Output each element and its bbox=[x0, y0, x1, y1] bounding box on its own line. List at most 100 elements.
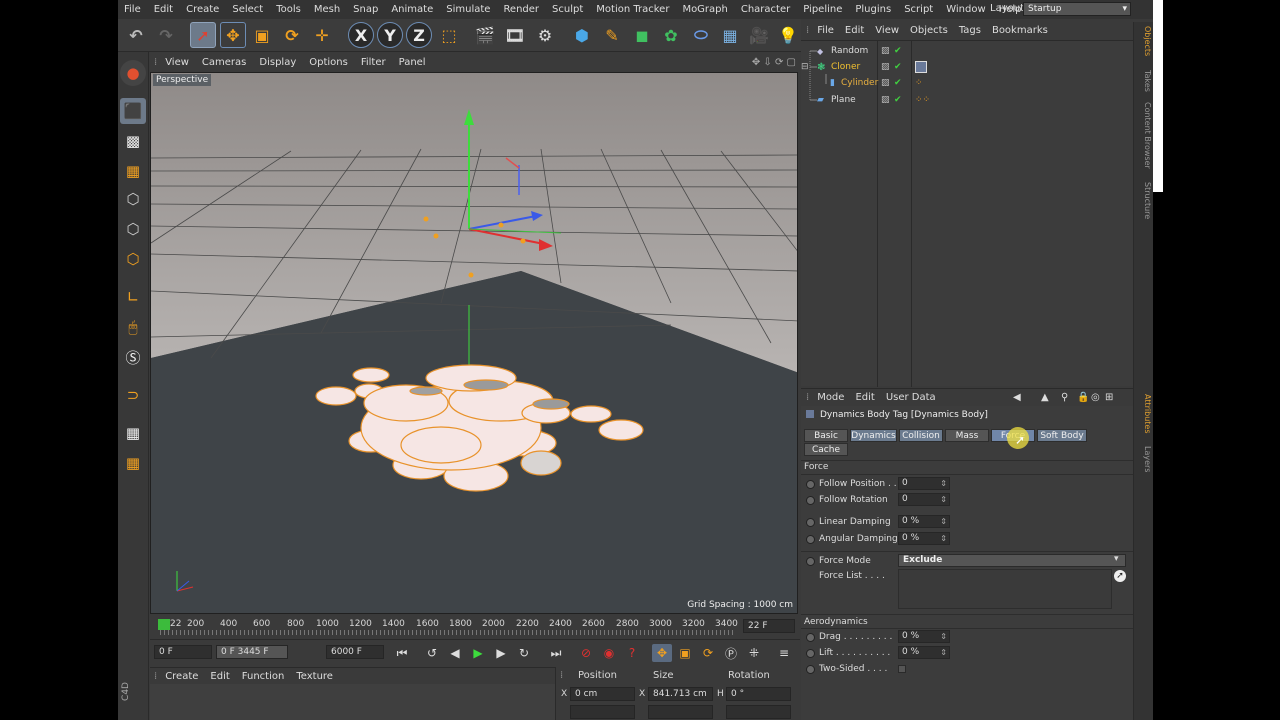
menu-snap[interactable]: Snap bbox=[353, 4, 378, 15]
material-menu-create[interactable]: Create bbox=[165, 671, 198, 682]
attr-menu-mode[interactable]: Mode bbox=[817, 392, 844, 403]
snapping-icon[interactable]: Ⓢ bbox=[120, 344, 146, 370]
record-icon[interactable]: ⊘ bbox=[576, 644, 596, 662]
z-axis-icon[interactable]: Z bbox=[406, 22, 432, 48]
visibility-icon[interactable]: ▨ bbox=[881, 46, 890, 56]
menu-render[interactable]: Render bbox=[503, 4, 539, 15]
object-menu-file[interactable]: File bbox=[817, 25, 834, 36]
tab-structure[interactable]: Structure bbox=[1136, 182, 1152, 219]
timeline-ruler[interactable]: 22 200 400 600 800 1000 1200 1400 1600 1… bbox=[150, 616, 800, 638]
animate-radio-icon[interactable] bbox=[806, 479, 815, 489]
material-menu-texture[interactable]: Texture bbox=[296, 671, 333, 682]
visibility-icon[interactable]: ▨ bbox=[881, 62, 890, 72]
animate-radio-icon[interactable] bbox=[806, 517, 815, 527]
tab-collision[interactable]: Collision bbox=[899, 429, 943, 442]
object-menu-bookmarks[interactable]: Bookmarks bbox=[992, 25, 1048, 36]
object-menu-edit[interactable]: Edit bbox=[845, 25, 864, 36]
menu-create[interactable]: Create bbox=[186, 4, 219, 15]
rotate-icon[interactable]: ⟳ bbox=[279, 22, 305, 48]
collapse-toggle-icon[interactable]: ⊟ bbox=[801, 62, 809, 72]
dynamics-body-tag-icon[interactable] bbox=[915, 61, 927, 73]
tab-content-browser[interactable]: Content Browser bbox=[1136, 102, 1152, 169]
tab-cache[interactable]: Cache bbox=[804, 443, 848, 456]
menu-pipeline[interactable]: Pipeline bbox=[803, 4, 842, 15]
linear-damping-field[interactable]: 0 % bbox=[898, 515, 950, 528]
size-x-field[interactable]: 841.713 cm bbox=[648, 687, 713, 701]
planar-workplane-icon[interactable]: ▦ bbox=[120, 450, 146, 476]
cube-icon[interactable]: ⬢ bbox=[569, 22, 595, 48]
polygons-mode-icon[interactable]: ⬡ bbox=[120, 246, 146, 272]
search-icon[interactable]: ⚲ bbox=[1061, 392, 1068, 403]
pen-icon[interactable]: ✎ bbox=[599, 22, 625, 48]
make-editable-icon[interactable]: ● bbox=[120, 60, 146, 86]
timeline-menu-icon[interactable]: ≡ bbox=[774, 644, 794, 662]
viewport-menu-cameras[interactable]: Cameras bbox=[202, 57, 246, 68]
tab-basic[interactable]: Basic bbox=[804, 429, 848, 442]
key-rotation-icon[interactable]: ⟳ bbox=[698, 644, 718, 662]
last-tool-icon[interactable]: ✛ bbox=[309, 22, 335, 48]
menu-simulate[interactable]: Simulate bbox=[446, 4, 490, 15]
autokey-icon[interactable]: ◉ bbox=[599, 644, 619, 662]
render-picture-viewer-icon[interactable]: 🎞 bbox=[502, 22, 528, 48]
goto-start-icon[interactable]: ⏮ bbox=[392, 644, 412, 662]
collider-tag-icon[interactable]: ⁘⁘ bbox=[915, 95, 930, 105]
tab-dynamics[interactable]: Dynamics bbox=[850, 429, 897, 442]
camera-icon[interactable]: 🎥 bbox=[746, 22, 772, 48]
next-key-icon[interactable]: ↻ bbox=[514, 644, 534, 662]
rotation-h-field[interactable]: 0 ° bbox=[726, 687, 791, 701]
enabled-check-icon[interactable]: ✔ bbox=[894, 46, 902, 56]
menu-select[interactable]: Select bbox=[232, 4, 263, 15]
pick-arrow-icon[interactable]: ➚ bbox=[1114, 570, 1126, 582]
world-coords-icon[interactable]: ⬚ bbox=[436, 22, 462, 48]
object-name[interactable]: Cylinder bbox=[841, 78, 878, 88]
animate-radio-icon[interactable] bbox=[806, 556, 815, 566]
menu-motion-tracker[interactable]: Motion Tracker bbox=[596, 4, 669, 15]
goto-end-icon[interactable]: ⏭ bbox=[546, 644, 566, 662]
object-menu-view[interactable]: View bbox=[875, 25, 899, 36]
visibility-icon[interactable]: ▨ bbox=[881, 95, 890, 105]
animate-radio-icon[interactable] bbox=[806, 632, 815, 642]
texture-mode-icon[interactable]: ▩ bbox=[120, 128, 146, 154]
end-frame-field[interactable]: 6000 F bbox=[326, 645, 384, 659]
angular-damping-field[interactable]: 0 % bbox=[898, 532, 950, 545]
workplane-icon[interactable]: ▦ bbox=[120, 158, 146, 184]
light-icon[interactable]: 💡 bbox=[775, 22, 801, 48]
tab-soft-body[interactable]: Soft Body bbox=[1037, 429, 1087, 442]
move-icon[interactable]: ✥ bbox=[220, 22, 246, 48]
lift-field[interactable]: 0 % bbox=[898, 646, 950, 659]
playhead-marker[interactable] bbox=[158, 619, 170, 630]
axis-mode-icon[interactable]: ∟ bbox=[120, 284, 146, 310]
perspective-viewport[interactable]: Perspective Grid Spacing : 1000 cm bbox=[150, 72, 798, 614]
force-list-box[interactable] bbox=[898, 569, 1112, 609]
size-y-field[interactable] bbox=[648, 705, 713, 719]
object-row-random[interactable]: ◆ Random ▨ ✔ bbox=[801, 43, 1131, 59]
menu-tools[interactable]: Tools bbox=[276, 4, 301, 15]
start-frame-field[interactable]: 0 F bbox=[154, 645, 212, 659]
object-menu-tags[interactable]: Tags bbox=[959, 25, 981, 36]
object-name[interactable]: Random bbox=[831, 46, 868, 56]
new-window-icon[interactable]: ⊞ bbox=[1105, 392, 1113, 403]
menu-window[interactable]: Window bbox=[946, 4, 985, 15]
subdivision-icon[interactable]: ◼ bbox=[629, 22, 655, 48]
object-row-plane[interactable]: ▰ Plane ▨ ✔ ⁘⁘ bbox=[801, 92, 1131, 108]
prev-key-icon[interactable]: ↺ bbox=[422, 644, 442, 662]
menu-animate[interactable]: Animate bbox=[391, 4, 433, 15]
key-pla-icon[interactable]: ⁜ bbox=[744, 644, 764, 662]
material-menu-function[interactable]: Function bbox=[242, 671, 285, 682]
object-menu-objects[interactable]: Objects bbox=[910, 25, 948, 36]
render-view-icon[interactable]: 🎬 bbox=[472, 22, 498, 48]
step-back-icon[interactable]: ◀ bbox=[445, 644, 465, 662]
y-axis-icon[interactable]: Y bbox=[377, 22, 403, 48]
enabled-check-icon[interactable]: ✔ bbox=[894, 78, 902, 88]
two-sided-checkbox[interactable] bbox=[898, 665, 906, 673]
tab-layers[interactable]: Layers bbox=[1136, 446, 1152, 472]
menu-script[interactable]: Script bbox=[904, 4, 933, 15]
enabled-check-icon[interactable]: ✔ bbox=[894, 62, 902, 72]
key-scale-icon[interactable]: ▣ bbox=[675, 644, 695, 662]
position-y-field[interactable] bbox=[570, 705, 635, 719]
animate-radio-icon[interactable] bbox=[806, 534, 815, 544]
animate-radio-icon[interactable] bbox=[806, 648, 815, 658]
redo-icon[interactable]: ↷ bbox=[153, 22, 179, 48]
visibility-icon[interactable]: ▨ bbox=[881, 78, 890, 88]
play-icon[interactable]: ▶ bbox=[468, 644, 488, 662]
